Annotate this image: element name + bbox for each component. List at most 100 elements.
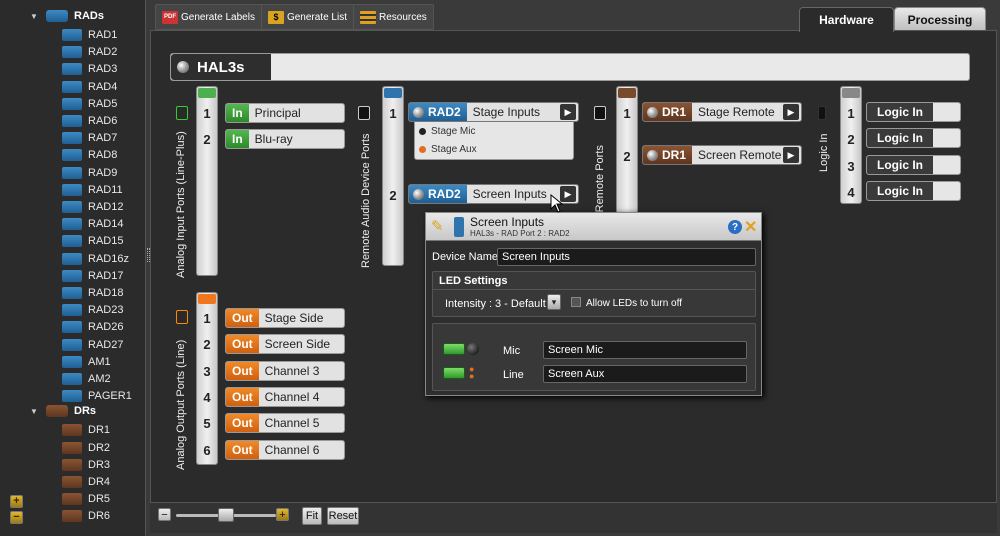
folder-icon (46, 10, 68, 22)
generate-labels-button[interactable]: PDF Generate Labels (156, 5, 262, 29)
tree-item[interactable]: DR2 (62, 441, 110, 455)
expand-arrow-icon[interactable]: ▼ (30, 407, 38, 416)
chevron-right-icon[interactable]: ▶ (783, 104, 799, 120)
generate-list-button[interactable]: $ Generate List (262, 5, 354, 29)
device-tree-sidebar: ▼ RADs RAD1 RAD2 RAD3 RAD4 RAD5 RAD6 RAD7 RAD8 RAD… (0, 0, 146, 536)
tree-item[interactable]: RAD12 (62, 200, 123, 214)
input-port-1[interactable]: In Principal (225, 103, 345, 123)
resources-button[interactable]: Resources (354, 5, 433, 29)
rad-sublist: Stage Mic Stage Aux (414, 122, 574, 160)
rad-device-name: RAD2 (428, 105, 461, 119)
logic-port-icon (818, 106, 826, 120)
dialog-header[interactable]: ✎ Screen Inputs HAL3s - RAD Port 2 : RAD… (426, 213, 761, 241)
generate-labels-label: Generate Labels (181, 11, 255, 23)
tree-item[interactable]: RAD16z (62, 252, 129, 266)
rad-port-1[interactable]: RAD2 Stage Inputs ▶ (408, 102, 579, 122)
tree-item-label: RAD2 (88, 46, 118, 59)
tree-item[interactable]: RAD7 (62, 131, 117, 145)
mic-name-input[interactable]: Screen Mic (543, 341, 747, 359)
device-icon (62, 304, 82, 317)
tree-item[interactable]: RAD2 (62, 45, 117, 59)
device-icon (62, 441, 82, 454)
tree-item[interactable]: RAD1 (62, 28, 117, 42)
output-port-4[interactable]: Out Channel 4 (225, 386, 345, 407)
led-indicator (443, 343, 465, 355)
dr-port-2[interactable]: DR1 Screen Remote ▶ (642, 145, 802, 165)
tree-item[interactable]: RAD14 (62, 217, 123, 231)
allow-leds-checkbox[interactable] (571, 297, 581, 307)
input-port-icon (176, 106, 188, 120)
tree-item[interactable]: PAGER1 (62, 389, 132, 403)
tree-item-label: DR6 (88, 510, 111, 523)
tree-item[interactable]: RAD4 (62, 80, 117, 94)
tree-item[interactable]: RAD15 (62, 234, 123, 248)
tree-item[interactable]: RAD5 (62, 97, 117, 111)
output-port-5[interactable]: Out Channel 5 (225, 413, 345, 434)
chevron-right-icon[interactable]: ▶ (560, 104, 576, 120)
tree-item[interactable]: DR4 (62, 475, 110, 489)
tree-item[interactable]: DR5 (62, 492, 110, 506)
pin-icon[interactable]: ✎ (431, 219, 447, 235)
tree-item-label: DR3 (88, 458, 111, 471)
output-port-3[interactable]: Out Channel 3 (225, 360, 345, 381)
zoom-in-button[interactable]: + (276, 508, 289, 521)
tree-item[interactable]: AM2 (62, 372, 111, 386)
tree-item[interactable]: DR3 (62, 458, 110, 472)
port-number: 3 (847, 158, 855, 174)
tab-hardware[interactable]: Hardware (799, 7, 894, 32)
dr-port-1[interactable]: DR1 Stage Remote ▶ (642, 102, 802, 122)
port-name: Channel 5 (264, 416, 320, 431)
chevron-down-icon[interactable]: ▾ (547, 294, 561, 310)
logic-in-port-4[interactable]: Logic In (866, 180, 961, 201)
tree-item[interactable]: RAD27 (62, 338, 123, 352)
reset-button[interactable]: Reset (327, 507, 359, 525)
tree-item[interactable]: RAD23 (62, 303, 123, 317)
tree-group-rads[interactable]: ▼ RADs (30, 10, 104, 22)
tree-group-label: RADs (74, 10, 104, 22)
tree-item[interactable]: RAD9 (62, 166, 117, 180)
tree-item-label: RAD12 (88, 201, 124, 213)
tree-item[interactable]: DR1 (62, 423, 110, 437)
dr-tag: DR1 (643, 103, 693, 121)
device-icon (62, 321, 82, 334)
tree-item[interactable]: RAD6 (62, 114, 117, 128)
chevron-right-icon[interactable]: ▶ (783, 147, 799, 163)
cursor-icon (550, 194, 564, 213)
expand-all-button[interactable]: + (10, 495, 23, 508)
line-name-input[interactable]: Screen Aux (543, 365, 747, 383)
line-label: Line (503, 369, 524, 381)
tree-group-drs[interactable]: ▼ DRs (30, 405, 96, 418)
zoom-out-button[interactable]: − (158, 508, 171, 521)
intensity-select[interactable]: 3 - Default (495, 298, 546, 310)
close-icon[interactable]: ✕ (744, 217, 757, 237)
zoom-slider-thumb[interactable] (218, 508, 234, 522)
expand-arrow-icon[interactable]: ▼ (30, 12, 38, 21)
collapse-all-button[interactable]: − (10, 511, 23, 524)
help-icon[interactable]: ? (728, 220, 742, 234)
dr-device-name: DR1 (662, 148, 687, 162)
screen-inputs-dialog: ✎ Screen Inputs HAL3s - RAD Port 2 : RAD… (425, 212, 762, 396)
tree-item[interactable]: DR6 (62, 509, 110, 523)
tree-item-label: RAD4 (88, 80, 118, 93)
tree-item-label: RAD5 (88, 97, 118, 110)
tree-item[interactable]: RAD3 (62, 62, 117, 76)
tree-item[interactable]: RAD17 (62, 269, 123, 283)
logic-in-port-1[interactable]: Logic In (866, 102, 961, 122)
tree-item[interactable]: AM1 (62, 355, 111, 369)
fit-button[interactable]: Fit (302, 507, 322, 525)
output-port-6[interactable]: Out Channel 6 (225, 439, 345, 460)
input-port-2[interactable]: In Blu-ray (225, 129, 345, 149)
output-port-2[interactable]: Out Screen Side (225, 334, 345, 355)
tab-processing[interactable]: Processing (894, 7, 986, 32)
status-ball-icon (177, 61, 189, 73)
tree-item[interactable]: RAD26 (62, 320, 123, 334)
output-port-1[interactable]: Out Stage Side (225, 308, 345, 328)
logic-in-port-3[interactable]: Logic In (866, 154, 961, 175)
tree-item[interactable]: RAD18 (62, 286, 123, 300)
device-name-input[interactable]: Screen Inputs (497, 248, 756, 266)
tree-item[interactable]: RAD8 (62, 148, 117, 162)
status-ball-icon (647, 149, 658, 161)
logic-in-port-2[interactable]: Logic In (866, 128, 961, 149)
tree-item[interactable]: RAD11 (62, 183, 123, 197)
port-number: 2 (389, 188, 397, 203)
